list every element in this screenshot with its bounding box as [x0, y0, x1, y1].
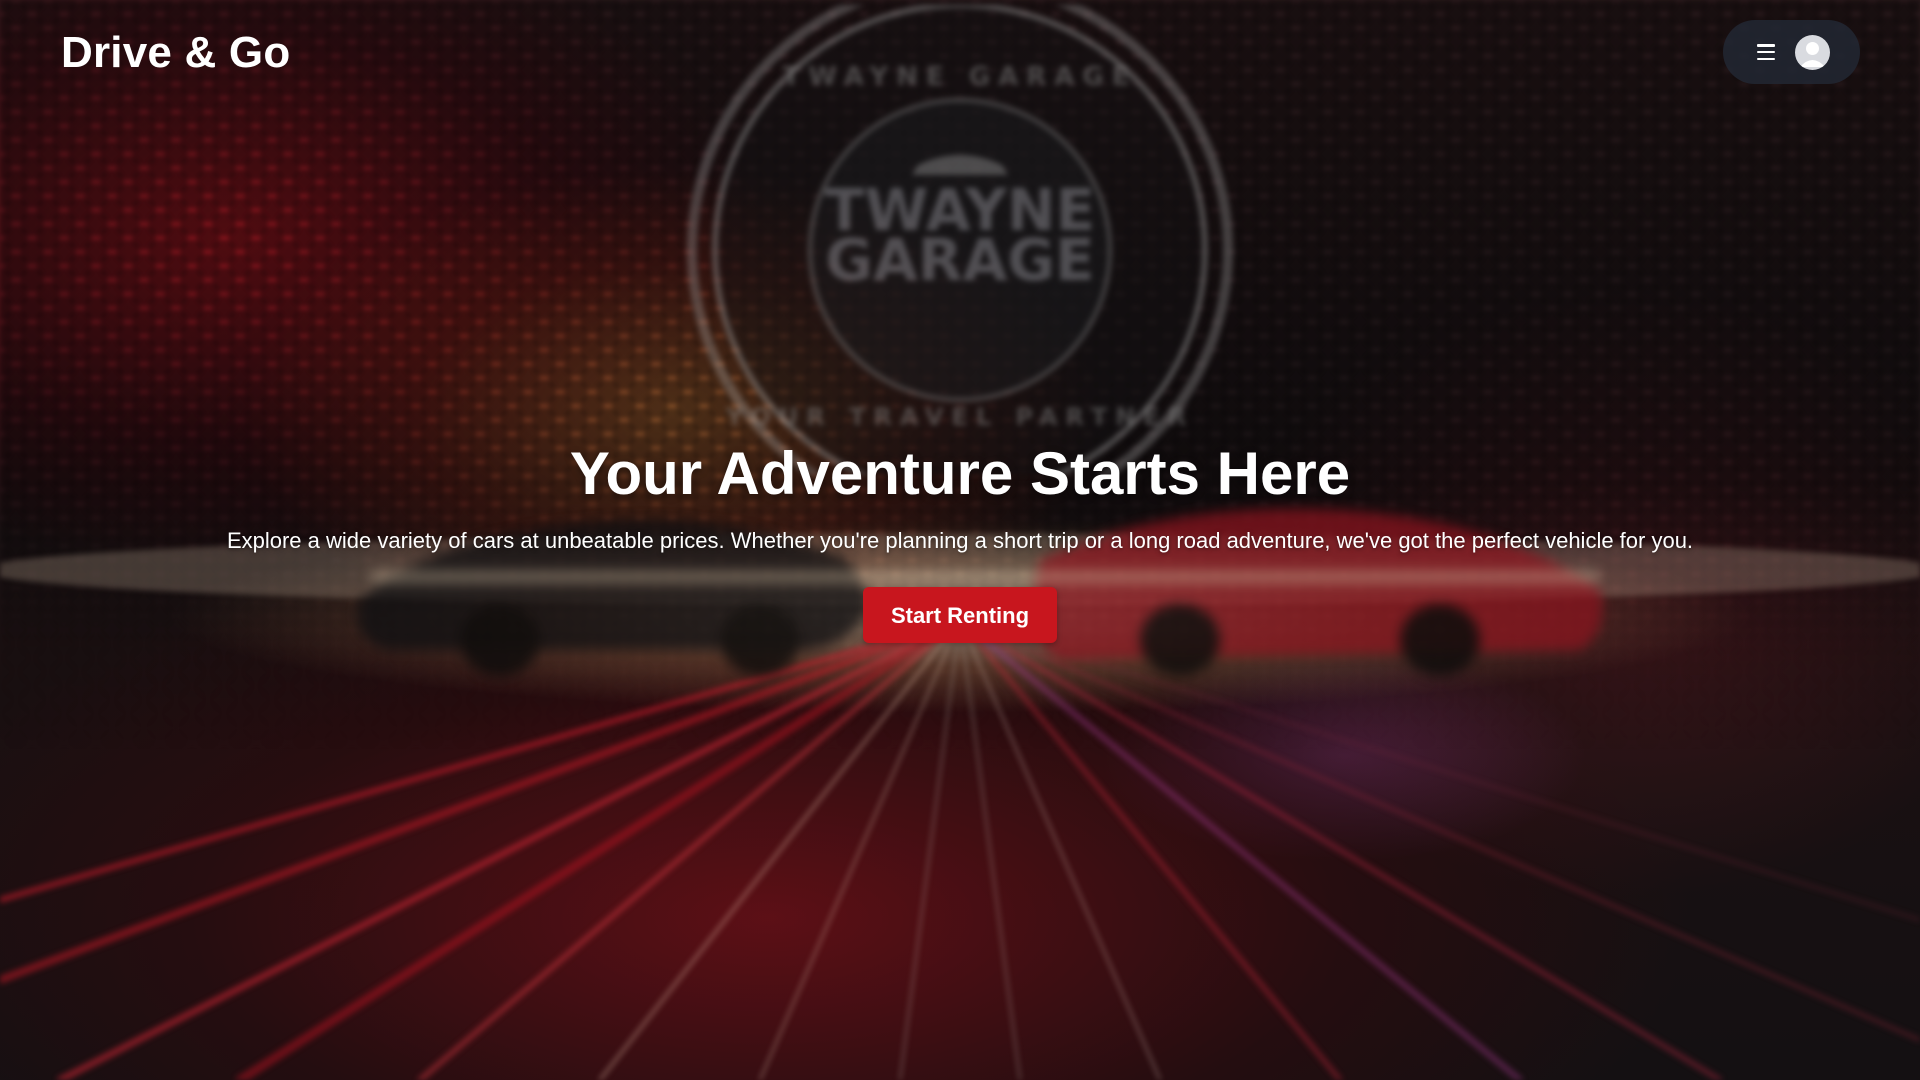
hero-title: Your Adventure Starts Here	[569, 440, 1351, 507]
emblem-name-line2: GARAGE	[825, 226, 1094, 294]
user-avatar-icon[interactable]	[1795, 34, 1830, 70]
brand-logo[interactable]: Drive & Go	[61, 28, 290, 78]
start-renting-button[interactable]: Start Renting	[863, 587, 1057, 643]
emblem-arc-top: TWAYNE GARAGE	[783, 62, 1138, 92]
nav-menu-button[interactable]	[1723, 20, 1860, 84]
hero-section: TWAYNE GARAGE TWAYNE GARAGE YOUR TRAVEL …	[0, 0, 1920, 1080]
emblem-arc-bottom: YOUR TRAVEL PARTNER	[725, 403, 1194, 431]
garage-emblem: TWAYNE GARAGE TWAYNE GARAGE YOUR TRAVEL …	[687, 5, 1233, 475]
hero-content: Your Adventure Starts Here Explore a wid…	[0, 436, 1920, 643]
hamburger-menu-icon[interactable]	[1757, 44, 1775, 60]
hero-subtitle: Explore a wide variety of cars at unbeat…	[226, 528, 1694, 553]
